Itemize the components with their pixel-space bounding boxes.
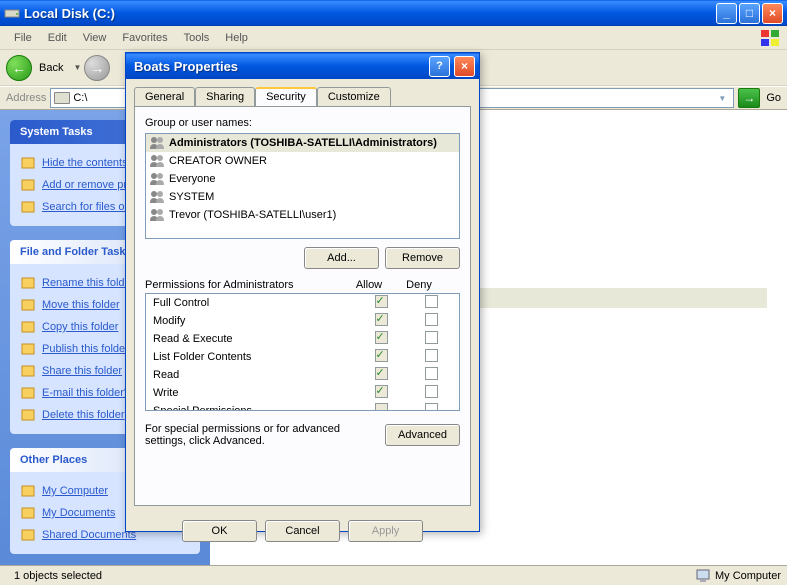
- task-icon: [20, 155, 36, 171]
- user-group-icon: [149, 189, 165, 205]
- drive-icon-small: [54, 92, 70, 104]
- group-item[interactable]: SYSTEM: [146, 188, 459, 206]
- tab-sharing[interactable]: Sharing: [195, 87, 255, 106]
- status-selection: 1 objects selected: [6, 570, 110, 582]
- back-dropdown-icon[interactable]: ▼: [70, 63, 84, 72]
- task-icon: [20, 385, 36, 401]
- security-tab-panel: Group or user names: Administrators (TOS…: [134, 106, 471, 506]
- menu-edit[interactable]: Edit: [40, 29, 75, 47]
- task-icon: [20, 319, 36, 335]
- group-label: Group or user names:: [145, 117, 460, 129]
- apply-button[interactable]: Apply: [348, 520, 423, 542]
- permission-row: List Folder Contents: [146, 348, 459, 366]
- status-location: My Computer: [715, 570, 781, 582]
- window-titlebar: Local Disk (C:) _ □ ×: [0, 0, 787, 26]
- menu-file[interactable]: File: [6, 29, 40, 47]
- properties-dialog: Boats Properties ? × GeneralSharingSecur…: [125, 52, 480, 532]
- menu-tools[interactable]: Tools: [176, 29, 218, 47]
- go-button[interactable]: →: [738, 88, 760, 108]
- task-icon: [20, 363, 36, 379]
- dialog-title: Boats Properties: [130, 59, 429, 74]
- deny-checkbox[interactable]: [425, 385, 438, 398]
- window-title: Local Disk (C:): [24, 6, 714, 21]
- task-icon: [20, 177, 36, 193]
- user-group-icon: [149, 171, 165, 187]
- permission-row: Write: [146, 384, 459, 402]
- address-dropdown-icon[interactable]: ▼: [714, 94, 730, 103]
- add-button[interactable]: Add...: [304, 247, 379, 269]
- status-bar: 1 objects selected My Computer: [0, 565, 787, 585]
- task-icon: [20, 199, 36, 215]
- group-user-list[interactable]: Administrators (TOSHIBA-SATELLI\Administ…: [145, 133, 460, 239]
- menu-bar: File Edit View Favorites Tools Help: [0, 26, 787, 50]
- forward-button[interactable]: →: [84, 55, 110, 81]
- tab-general[interactable]: General: [134, 87, 195, 106]
- my-computer-icon: [695, 568, 711, 584]
- group-item[interactable]: Everyone: [146, 170, 459, 188]
- task-icon: [20, 505, 36, 521]
- task-icon: [20, 407, 36, 423]
- allow-checkbox[interactable]: [375, 331, 388, 344]
- deny-header: Deny: [394, 279, 444, 291]
- permissions-list[interactable]: Full ControlModifyRead & ExecuteList Fol…: [145, 293, 460, 411]
- permission-row: Special Permissions: [146, 402, 459, 411]
- task-icon: [20, 527, 36, 543]
- allow-checkbox[interactable]: [375, 295, 388, 308]
- permission-row: Read & Execute: [146, 330, 459, 348]
- permission-row: Read: [146, 366, 459, 384]
- permissions-label: Permissions for Administrators: [145, 279, 344, 291]
- task-icon: [20, 341, 36, 357]
- advanced-text: For special permissions or for advanced …: [145, 423, 377, 447]
- menu-help[interactable]: Help: [217, 29, 256, 47]
- dialog-help-button[interactable]: ?: [429, 56, 450, 77]
- back-button[interactable]: ← Back ▼: [6, 55, 84, 81]
- drive-icon: [4, 5, 20, 21]
- back-icon: ←: [6, 55, 32, 81]
- deny-checkbox[interactable]: [425, 349, 438, 362]
- user-group-icon: [149, 207, 165, 223]
- task-icon: [20, 275, 36, 291]
- windows-flag-icon: [759, 28, 783, 48]
- deny-checkbox[interactable]: [425, 313, 438, 326]
- address-label: Address: [6, 92, 46, 104]
- menu-favorites[interactable]: Favorites: [114, 29, 175, 47]
- user-group-icon: [149, 153, 165, 169]
- tab-customize[interactable]: Customize: [317, 87, 391, 106]
- user-group-icon: [149, 135, 165, 151]
- permission-row: Modify: [146, 312, 459, 330]
- remove-button[interactable]: Remove: [385, 247, 460, 269]
- ok-button[interactable]: OK: [182, 520, 257, 542]
- minimize-button[interactable]: _: [716, 3, 737, 24]
- dialog-titlebar[interactable]: Boats Properties ? ×: [126, 53, 479, 79]
- menu-view[interactable]: View: [75, 29, 115, 47]
- tab-security[interactable]: Security: [255, 87, 317, 106]
- group-item[interactable]: Trevor (TOSHIBA-SATELLI\user1): [146, 206, 459, 224]
- dialog-tabs: GeneralSharingSecurityCustomize: [134, 87, 471, 106]
- deny-checkbox[interactable]: [425, 295, 438, 308]
- dialog-close-button[interactable]: ×: [454, 56, 475, 77]
- allow-checkbox[interactable]: [375, 349, 388, 362]
- allow-checkbox[interactable]: [375, 403, 388, 411]
- deny-checkbox[interactable]: [425, 403, 438, 411]
- advanced-button[interactable]: Advanced: [385, 424, 460, 446]
- close-button[interactable]: ×: [762, 3, 783, 24]
- task-icon: [20, 297, 36, 313]
- group-item[interactable]: CREATOR OWNER: [146, 152, 459, 170]
- task-icon: [20, 483, 36, 499]
- maximize-button[interactable]: □: [739, 3, 760, 24]
- cancel-button[interactable]: Cancel: [265, 520, 340, 542]
- allow-checkbox[interactable]: [375, 385, 388, 398]
- group-item[interactable]: Administrators (TOSHIBA-SATELLI\Administ…: [146, 134, 459, 152]
- deny-checkbox[interactable]: [425, 367, 438, 380]
- allow-checkbox[interactable]: [375, 313, 388, 326]
- deny-checkbox[interactable]: [425, 331, 438, 344]
- permission-row: Full Control: [146, 294, 459, 312]
- allow-checkbox[interactable]: [375, 367, 388, 380]
- allow-header: Allow: [344, 279, 394, 291]
